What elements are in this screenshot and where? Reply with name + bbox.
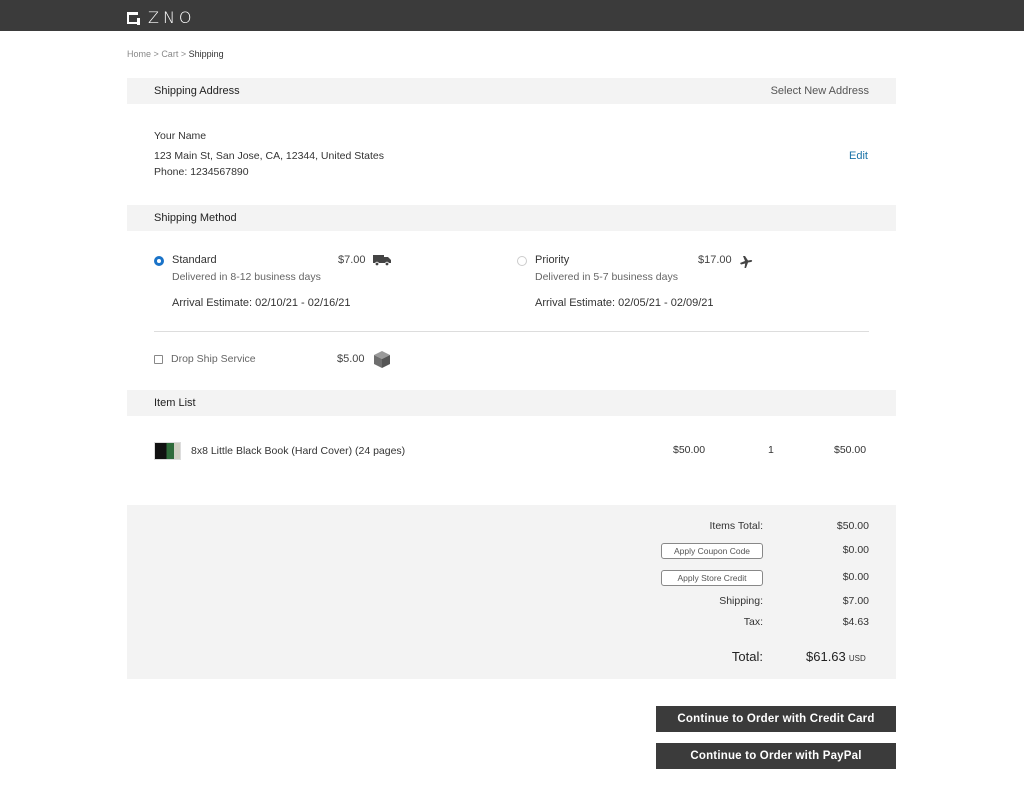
address-street: 123 Main St, San Jose, CA, 12344, United… <box>154 150 384 162</box>
item-unit-price: $50.00 <box>673 444 706 456</box>
shipping-label: Shipping: <box>719 595 763 607</box>
address-phone: Phone: 1234567890 <box>154 166 249 178</box>
top-nav-bar: ZNO <box>0 0 1024 31</box>
standard-name: Standard <box>172 254 217 266</box>
shipping-method-header: Shipping Method <box>127 205 896 231</box>
shipping-address-title: Shipping Address <box>154 85 240 97</box>
shipping-value: $7.00 <box>842 595 869 607</box>
standard-delivery: Delivered in 8-12 business days <box>172 271 321 283</box>
item-total: $50.00 <box>834 444 867 456</box>
select-new-address-link[interactable]: Select New Address <box>771 85 869 97</box>
zno-logo[interactable]: ZNO <box>127 8 196 27</box>
priority-price: $17.00 <box>698 254 732 266</box>
divider <box>154 331 869 332</box>
edit-address-link[interactable]: Edit <box>849 150 868 162</box>
continue-paypal-button[interactable]: Continue to Order with PayPal <box>656 743 896 769</box>
tax-label: Tax: <box>743 616 763 628</box>
priority-name: Priority <box>535 254 570 266</box>
brand-name: ZNO <box>148 8 196 27</box>
coupon-value: $0.00 <box>842 544 869 556</box>
priority-delivery: Delivered in 5-7 business days <box>535 271 678 283</box>
currency-label: USD <box>848 654 866 663</box>
shipping-method-title: Shipping Method <box>154 212 237 224</box>
truck-icon <box>373 254 391 269</box>
total-label: Total: <box>731 649 763 664</box>
apply-store-credit-button[interactable]: Apply Store Credit <box>661 570 763 586</box>
items-total-value: $50.00 <box>836 520 869 532</box>
priority-radio[interactable] <box>517 256 527 266</box>
item-list-header: Item List <box>127 390 896 416</box>
continue-credit-card-button[interactable]: Continue to Order with Credit Card <box>656 706 896 732</box>
item-list-title: Item List <box>154 397 196 409</box>
priority-arrival: Arrival Estimate: 02/05/21 - 02/09/21 <box>535 297 714 309</box>
item-quantity: 1 <box>768 444 774 456</box>
standard-arrival: Arrival Estimate: 02/10/21 - 02/16/21 <box>172 297 351 309</box>
drop-ship-label: Drop Ship Service <box>171 353 256 365</box>
breadcrumb-home[interactable]: Home <box>127 49 151 59</box>
apply-coupon-button[interactable]: Apply Coupon Code <box>661 543 763 559</box>
breadcrumb-current: Shipping <box>188 49 224 59</box>
breadcrumb-cart[interactable]: Cart <box>161 49 178 59</box>
item-name: 8x8 Little Black Book (Hard Cover) (24 p… <box>191 445 406 457</box>
drop-ship-checkbox[interactable] <box>154 355 163 364</box>
order-summary <box>127 505 896 679</box>
zno-logo-icon <box>127 11 140 25</box>
item-thumbnail[interactable] <box>154 442 181 460</box>
breadcrumb-separator: > <box>180 49 187 59</box>
tax-value: $4.63 <box>842 616 869 628</box>
total-value: $61.63 <box>806 649 846 664</box>
standard-radio[interactable] <box>154 256 164 266</box>
breadcrumb-separator: > <box>153 49 159 59</box>
total-amount: $61.63 USD <box>806 649 866 664</box>
breadcrumb: Home > Cart > Shipping <box>127 49 224 59</box>
items-total-label: Items Total: <box>709 520 764 532</box>
standard-price: $7.00 <box>338 254 366 266</box>
address-name: Your Name <box>154 130 207 142</box>
shipping-address-header: Shipping Address Select New Address <box>127 78 896 104</box>
drop-ship-price: $5.00 <box>337 353 365 365</box>
store-credit-value: $0.00 <box>842 571 869 583</box>
airplane-icon <box>739 255 753 272</box>
box-icon <box>373 350 391 372</box>
